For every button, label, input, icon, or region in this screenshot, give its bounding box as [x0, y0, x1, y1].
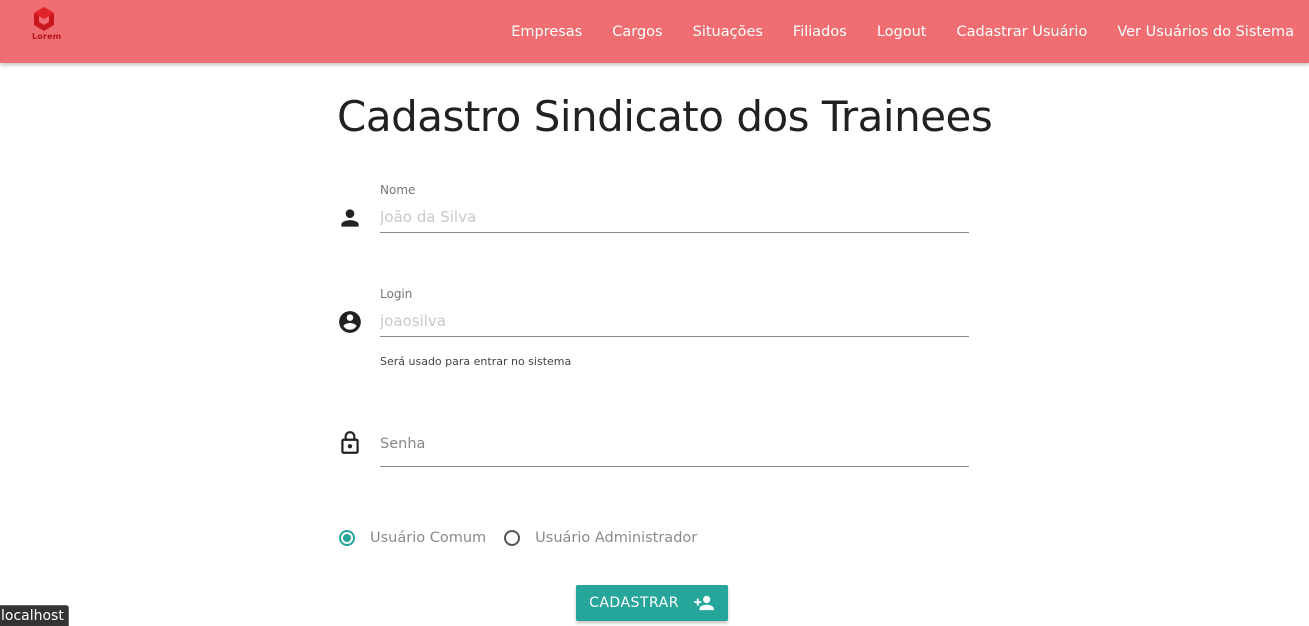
nav-link-situacoes[interactable]: Situações [693, 24, 763, 40]
account-circle-icon [339, 311, 361, 333]
nav-link-ver-usuarios[interactable]: Ver Usuários do Sistema [1117, 24, 1294, 40]
nav-links: Empresas Cargos Situações Filiados Logou… [481, 0, 1294, 63]
nome-label: Nome [380, 183, 416, 197]
navbar: Lorem Empresas Cargos Situações Filiados… [0, 0, 1309, 63]
login-input[interactable] [380, 305, 969, 337]
cadastrar-button-label: CADASTRAR [589, 595, 679, 611]
radio-usuario-administrador[interactable]: Usuário Administrador [504, 530, 697, 546]
senha-field-group: Senha [337, 426, 969, 468]
user-type-radio-group: Usuário Comum Usuário Administrador [339, 527, 715, 549]
person-icon [341, 209, 359, 227]
nome-input[interactable] [380, 201, 969, 233]
brand-logo[interactable]: Lorem [30, 6, 62, 44]
nome-field-group: Nome [337, 180, 969, 242]
nav-link-filiados[interactable]: Filiados [793, 24, 847, 40]
login-helper-text: Será usado para entrar no sistema [380, 355, 572, 368]
person-add-icon [694, 595, 714, 611]
nav-link-cargos[interactable]: Cargos [612, 24, 662, 40]
radio-usuario-comum[interactable]: Usuário Comum [339, 530, 486, 546]
radio-usuario-administrador-label[interactable]: Usuário Administrador [535, 530, 697, 546]
nav-link-logout[interactable]: Logout [877, 24, 927, 40]
login-label: Login [380, 287, 413, 301]
radio-usuario-comum-label[interactable]: Usuário Comum [370, 530, 486, 546]
radio-unchecked-icon[interactable] [504, 530, 521, 546]
lock-icon [341, 431, 359, 454]
senha-input[interactable] [380, 435, 969, 467]
status-bar-url: localhost [0, 605, 69, 626]
page-title: Cadastro Sindicato dos Trainees [337, 92, 993, 141]
cadastrar-button[interactable]: CADASTRAR [576, 585, 728, 621]
nav-link-cadastrar-usuario[interactable]: Cadastrar Usuário [956, 24, 1087, 40]
login-field-group: Login Será usado para entrar no sistema [337, 284, 969, 374]
nav-link-empresas[interactable]: Empresas [511, 24, 582, 40]
radio-checked-icon[interactable] [339, 530, 355, 546]
logo-text: Lorem [32, 32, 62, 41]
